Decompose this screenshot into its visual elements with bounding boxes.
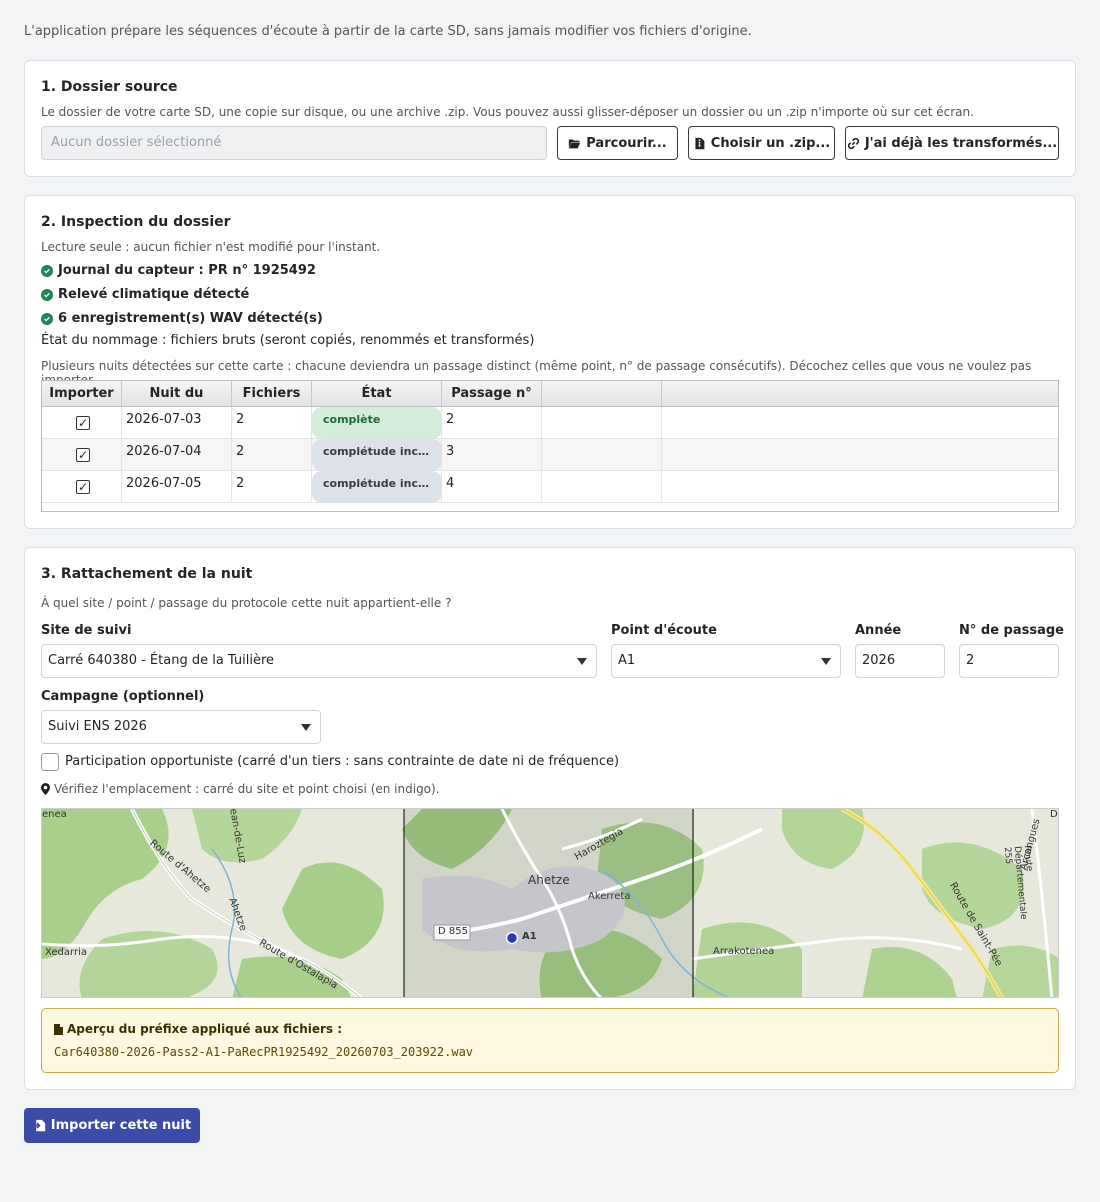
year-label: Année bbox=[855, 623, 902, 638]
check-label: Relevé climatique détecté bbox=[58, 287, 250, 302]
inspection-title: 2. Inspection du dossier bbox=[41, 214, 231, 230]
check-climate: Relevé climatique détecté bbox=[41, 287, 249, 302]
attach-question: À quel site / point / passage du protoco… bbox=[41, 596, 452, 610]
check-label: Journal du capteur : PR n° 1925492 bbox=[58, 263, 316, 278]
prefix-title-text: Aperçu du préfixe appliqué aux fichiers … bbox=[67, 1022, 343, 1036]
map-label: Akerreta bbox=[588, 891, 631, 902]
map-label: enea bbox=[42, 809, 67, 820]
col-state[interactable]: État bbox=[312, 381, 442, 406]
naming-state: État du nommage : fichiers bruts (seront… bbox=[41, 333, 535, 348]
pass-cell[interactable]: 2 bbox=[442, 407, 542, 438]
source-path-input[interactable]: Aucun dossier sélectionné bbox=[41, 126, 547, 160]
already-transformed-button[interactable]: J'ai déjà les transformés... bbox=[845, 126, 1059, 160]
files-cell: 2 bbox=[232, 439, 312, 470]
files-cell: 2 bbox=[232, 471, 312, 502]
check-wav: 6 enregistrement(s) WAV détecté(s) bbox=[41, 311, 323, 326]
night-cell: 2026-07-05 bbox=[122, 471, 232, 502]
table-row[interactable]: ✓ 2026-07-04 2 complétude incomplète 3 bbox=[42, 439, 1058, 471]
map-marker-icon bbox=[41, 783, 50, 795]
map-label: D bbox=[1050, 809, 1058, 820]
location-note-text: Vérifiez l'emplacement : carré du site e… bbox=[54, 782, 440, 796]
col-files[interactable]: Fichiers bbox=[232, 381, 312, 406]
check-circle-icon bbox=[41, 264, 53, 277]
browse-button[interactable]: Parcourir... bbox=[557, 126, 678, 160]
prefix-preview: Aperçu du préfixe appliqué aux fichiers … bbox=[41, 1008, 1059, 1073]
import-night-label: Importer cette nuit bbox=[50, 1118, 192, 1133]
point-value: A1 bbox=[618, 653, 636, 668]
prefix-value: Car640380-2026-Pass2-A1-PaRecPR1925492_2… bbox=[54, 1045, 474, 1059]
chevron-down-icon bbox=[577, 658, 587, 665]
browse-label: Parcourir... bbox=[586, 135, 667, 151]
link-icon bbox=[847, 137, 859, 149]
table-header: Importer Nuit du Fichiers État Passage n… bbox=[42, 381, 1058, 407]
state-badge: complète bbox=[312, 407, 442, 439]
site-select[interactable]: Carré 640380 - Étang de la Tuilière bbox=[41, 644, 597, 678]
opportunist-checkbox[interactable] bbox=[41, 753, 59, 771]
choose-zip-button[interactable]: Choisir un .zip... bbox=[688, 126, 835, 160]
campaign-select[interactable]: Suivi ENS 2026 bbox=[41, 710, 321, 744]
nights-table: Importer Nuit du Fichiers État Passage n… bbox=[41, 380, 1059, 512]
import-checkbox[interactable]: ✓ bbox=[76, 448, 90, 462]
map-label: D 855 bbox=[438, 926, 468, 937]
col-empty bbox=[542, 381, 662, 406]
source-help: Le dossier de votre carte SD, une copie … bbox=[41, 105, 974, 119]
point-label: Point d'écoute bbox=[611, 623, 717, 638]
map-canvas bbox=[42, 809, 1058, 997]
chevron-down-icon bbox=[821, 658, 831, 665]
intro-text: L'application prépare les séquences d'éc… bbox=[24, 24, 752, 39]
year-input[interactable]: 2026 bbox=[855, 644, 945, 678]
location-note: Vérifiez l'emplacement : carré du site e… bbox=[41, 782, 440, 796]
pass-label: N° de passage bbox=[959, 623, 1065, 638]
import-checkbox[interactable]: ✓ bbox=[76, 416, 90, 430]
check-circle-icon bbox=[41, 288, 53, 301]
night-cell: 2026-07-03 bbox=[122, 407, 232, 438]
col-night[interactable]: Nuit du bbox=[122, 381, 232, 406]
attach-card: 3. Rattachement de la nuit À quel site /… bbox=[24, 547, 1076, 1090]
folder-open-icon bbox=[569, 138, 581, 148]
campaign-value: Suivi ENS 2026 bbox=[48, 719, 147, 734]
pass-cell[interactable]: 4 bbox=[442, 471, 542, 502]
check-sensor-log: Journal du capteur : PR n° 1925492 bbox=[41, 263, 316, 278]
pass-input[interactable]: 2 bbox=[959, 644, 1059, 678]
source-card: 1. Dossier source Le dossier de votre ca… bbox=[24, 60, 1076, 177]
selected-point-marker bbox=[505, 931, 519, 945]
readonly-note: Lecture seule : aucun fichier n'est modi… bbox=[41, 240, 381, 254]
site-label: Site de suivi bbox=[41, 623, 132, 638]
campaign-label: Campagne (optionnel) bbox=[41, 689, 205, 704]
table-row[interactable]: ✓ 2026-07-03 2 complète 2 bbox=[42, 407, 1058, 439]
map-label: Arrakotenea bbox=[713, 946, 775, 957]
file-icon bbox=[54, 1023, 63, 1035]
already-transformed-label: J'ai déjà les transformés... bbox=[864, 135, 1058, 151]
point-select[interactable]: A1 bbox=[611, 644, 841, 678]
choose-zip-label: Choisir un .zip... bbox=[710, 135, 831, 151]
map-label: A1 bbox=[522, 931, 537, 942]
inspection-card: 2. Inspection du dossier Lecture seule :… bbox=[24, 195, 1076, 529]
check-label: 6 enregistrement(s) WAV détecté(s) bbox=[58, 311, 323, 326]
chevron-down-icon bbox=[301, 724, 311, 731]
pass-cell[interactable]: 3 bbox=[442, 439, 542, 470]
state-badge: complétude incomplète bbox=[312, 471, 442, 503]
col-filler bbox=[662, 381, 1058, 406]
map-label: Xedarria bbox=[45, 947, 87, 958]
prefix-title: Aperçu du préfixe appliqué aux fichiers … bbox=[54, 1022, 342, 1036]
night-cell: 2026-07-04 bbox=[122, 439, 232, 470]
map-label: Ahetze bbox=[528, 873, 570, 887]
files-cell: 2 bbox=[232, 407, 312, 438]
file-zip-icon bbox=[695, 137, 705, 149]
attach-title: 3. Rattachement de la nuit bbox=[41, 566, 253, 582]
file-import-icon bbox=[32, 1119, 45, 1132]
col-pass[interactable]: Passage n° bbox=[442, 381, 542, 406]
opportunist-label[interactable]: Participation opportuniste (carré d'un t… bbox=[65, 754, 619, 769]
source-title: 1. Dossier source bbox=[41, 79, 178, 95]
table-row[interactable]: ✓ 2026-07-05 2 complétude incomplète 4 bbox=[42, 471, 1058, 503]
location-map[interactable]: enea Route d'Ahetze Ahetze Jean-de-Luz X… bbox=[41, 808, 1059, 998]
import-night-button[interactable]: Importer cette nuit bbox=[24, 1108, 200, 1143]
col-import[interactable]: Importer bbox=[42, 381, 122, 406]
import-checkbox[interactable]: ✓ bbox=[76, 480, 90, 494]
check-circle-icon bbox=[41, 312, 53, 325]
state-badge: complétude incomplète bbox=[312, 439, 442, 471]
site-value: Carré 640380 - Étang de la Tuilière bbox=[48, 653, 275, 668]
